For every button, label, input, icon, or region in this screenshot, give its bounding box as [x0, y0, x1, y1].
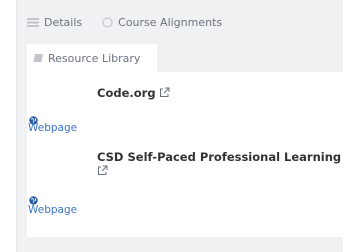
tab-details[interactable]: Details — [27, 16, 82, 29]
resource-title: CSD Self-Paced Professional Learning — [97, 150, 342, 164]
resource-type-link[interactable]: Webpage — [28, 204, 77, 216]
tab-details-label: Details — [44, 15, 83, 29]
resource-list: Code.org Webpage CSD Self-Paced Professi… — [27, 72, 343, 237]
tab-course-alignments[interactable]: Course Alignments — [102, 16, 222, 29]
external-link-icon — [97, 165, 108, 180]
tab-resource-library-label: Resource Library — [48, 51, 141, 65]
tab-course-alignments-label: Course Alignments — [118, 15, 223, 29]
resource-title: Code.org — [97, 86, 156, 100]
resource-type-link[interactable]: Webpage — [28, 122, 77, 134]
book-icon — [33, 53, 44, 63]
resource-panel-frame: Details Course Alignments Resource Libra… — [16, 0, 343, 252]
tab-resource-library[interactable]: Resource Library — [27, 44, 157, 72]
resource-title-link[interactable]: Code.org — [97, 86, 170, 101]
resource-title-link[interactable]: CSD Self-Paced Professional Learning — [97, 150, 341, 180]
circle-icon — [102, 16, 113, 28]
tabs-row: Details Course Alignments — [27, 10, 242, 34]
external-link-icon — [159, 87, 170, 101]
list-icon — [27, 17, 39, 27]
